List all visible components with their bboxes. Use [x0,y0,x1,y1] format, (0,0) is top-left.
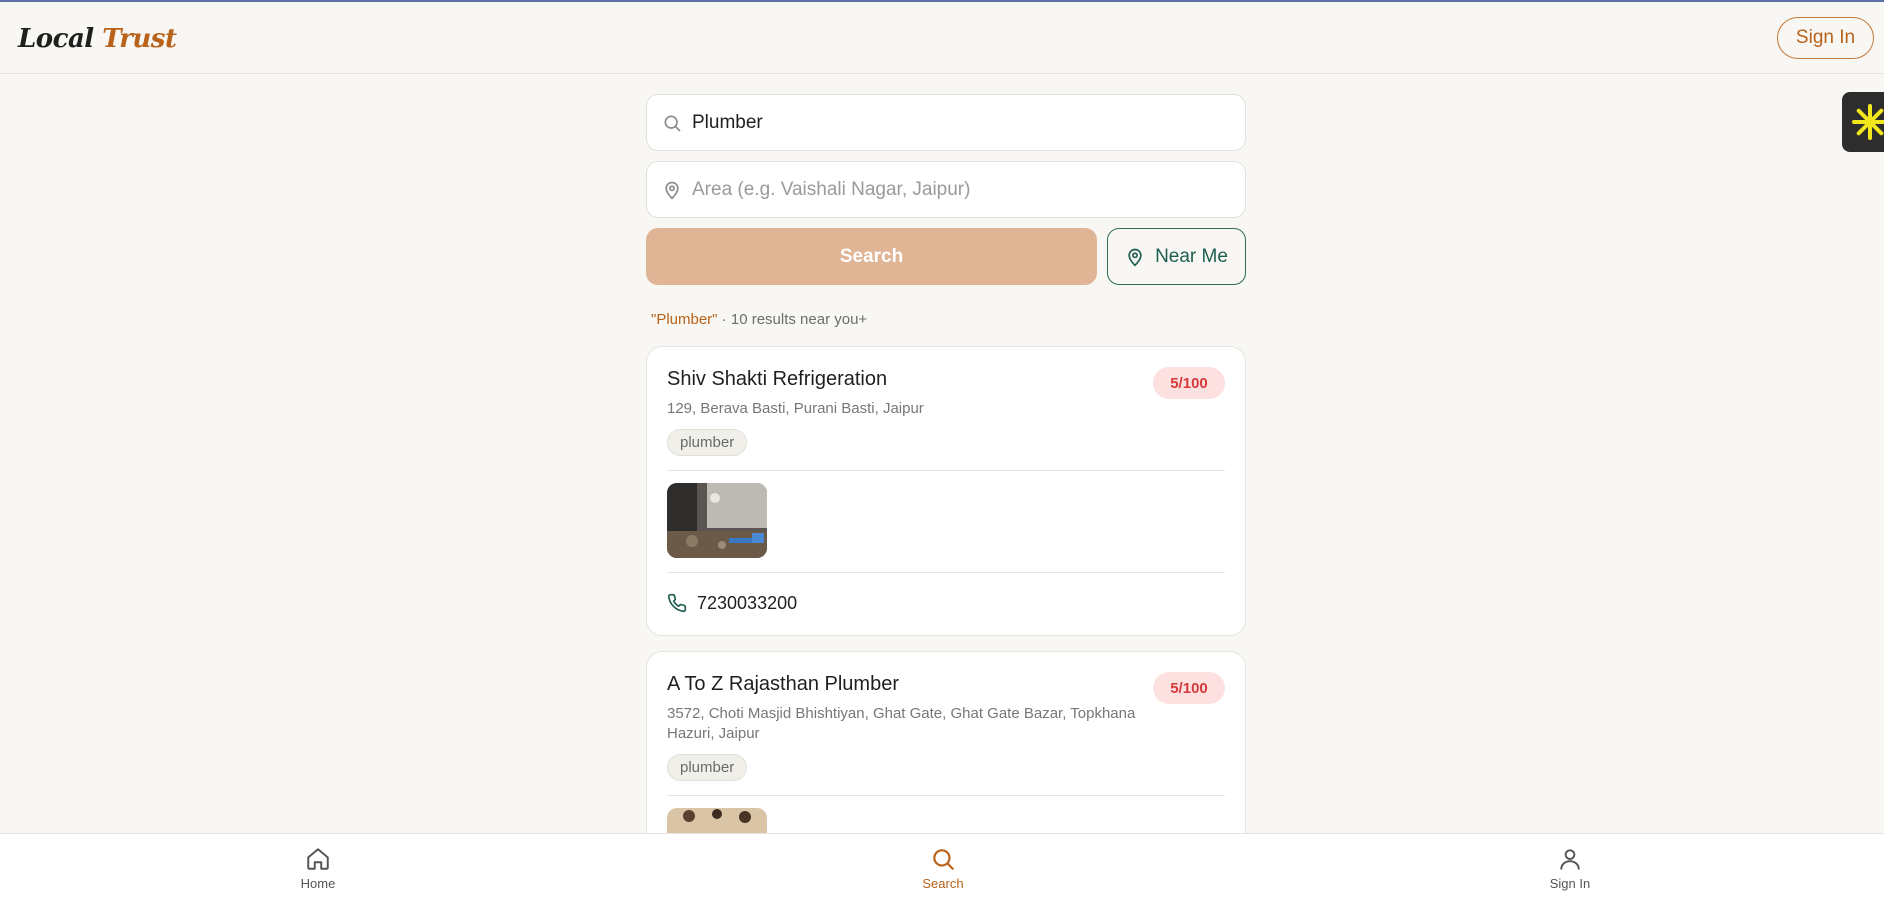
near-me-label: Near Me [1155,245,1228,267]
nav-label-home: Home [300,876,336,891]
category-tag[interactable]: plumber [667,429,748,456]
phone-link[interactable]: 7230033200 [667,591,1225,615]
brand-word-trust: Trust [102,24,177,54]
business-name[interactable]: Shiv Shakti Refrigeration [667,367,1225,391]
asterisk-icon [1852,104,1884,140]
nav-label-search: Search [922,876,964,891]
search-button[interactable]: Search [646,228,1097,285]
card-divider [667,470,1225,471]
trust-score-badge: 5/100 [1153,672,1225,704]
search-icon [933,849,954,870]
category-tag[interactable]: plumber [667,754,748,781]
location-pin-icon [665,181,679,200]
nav-item-sign-in[interactable]: Sign In [1520,846,1620,891]
header-sign-in-button[interactable]: Sign In [1777,17,1874,59]
floating-widget-tab[interactable] [1842,92,1884,152]
business-address: 3572, Choti Masjid Bhishtiyan, Ghat Gate… [667,705,1136,742]
result-card[interactable]: Shiv Shakti Refrigeration 129, Berava Ba… [646,346,1246,636]
search-actions: Search Near Me [646,228,1246,285]
trust-score-badge: 5/100 [1153,367,1225,399]
search-icon [664,115,681,132]
nav-item-home[interactable]: Home [268,846,368,891]
card-divider [667,795,1225,796]
app-header: Local Trust Sign In [0,2,1884,74]
area-field[interactable] [646,161,1246,218]
location-pin-icon [1128,248,1142,266]
brand-logo[interactable]: Local Trust [18,24,177,54]
search-query-field[interactable] [646,94,1246,151]
business-photo[interactable] [667,483,767,558]
phone-icon [667,593,687,613]
near-me-button[interactable]: Near Me [1107,228,1246,285]
home-icon [307,848,329,870]
user-icon [1560,849,1580,870]
bottom-navigation: Home Search Sign In [0,833,1884,904]
nav-label-sign-in: Sign In [1549,876,1591,891]
business-name[interactable]: A To Z Rajasthan Plumber [667,672,1225,696]
search-input[interactable] [692,95,1232,150]
nav-item-search[interactable]: Search [893,846,993,891]
business-address: 129, Berava Basti, Purani Basti, Jaipur [667,400,924,417]
area-input[interactable] [692,162,1232,217]
card-divider [667,572,1225,573]
results-count-text: · 10 results near you+ [717,311,868,328]
results-query: "Plumber" [651,311,718,328]
results-summary: "Plumber" · 10 results near you+ [646,311,1246,331]
phone-number: 7230033200 [697,592,798,613]
brand-word-local: Local [18,24,94,54]
search-panel: Search Near Me "Plumber" · 10 results ne… [646,94,1246,904]
